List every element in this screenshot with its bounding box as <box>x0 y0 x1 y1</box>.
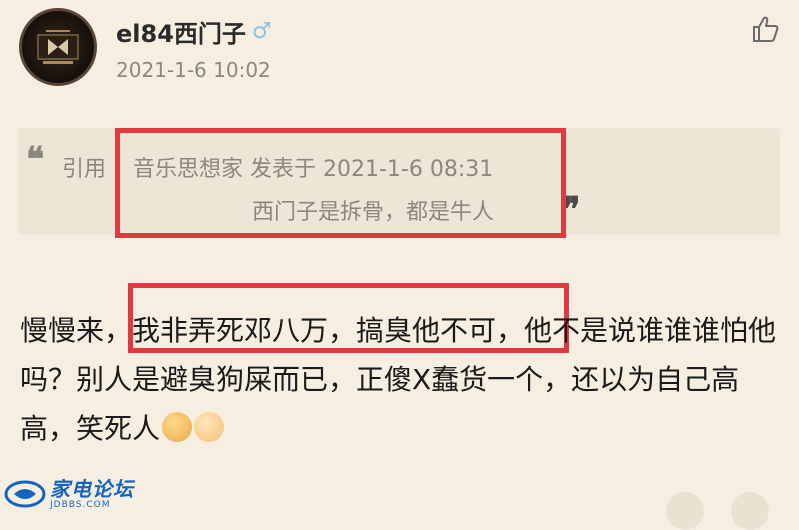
highlight-box-quote <box>115 128 566 238</box>
username-text[interactable]: el84西门子 <box>116 14 246 49</box>
username[interactable]: el84西门子 ♂ <box>116 14 272 49</box>
male-gender-icon: ♂ <box>251 19 272 44</box>
laugh-emoji-icon <box>162 412 193 442</box>
quote-prefix-label: 引用 <box>62 157 107 182</box>
open-quote-icon: ❝ <box>26 140 45 180</box>
more-icon[interactable] <box>731 492 769 530</box>
watermark: 家电论坛 JDBBS.COM <box>4 478 134 510</box>
avatar[interactable] <box>19 8 97 86</box>
post-timestamp: 2021-1-6 10:02 <box>116 58 271 82</box>
post-body-highlight: 我非弄死邓八万，搞臭他不可， <box>132 314 525 347</box>
comment-icon[interactable] <box>666 492 704 530</box>
avatar-logo-icon <box>37 30 79 64</box>
jdbbs-logo-icon <box>4 480 46 508</box>
smile-emoji-icon <box>194 412 225 442</box>
post-body-before: 慢慢来， <box>20 314 133 347</box>
watermark-title: 家电论坛 <box>50 477 134 501</box>
thumbs-up-icon[interactable] <box>750 14 780 44</box>
post-body: 慢慢来，我非弄死邓八万，搞臭他不可，他不是说谁谁谁怕他吗？别人是避臭狗屎而已，正… <box>20 306 780 453</box>
watermark-subtitle: JDBBS.COM <box>50 500 111 510</box>
